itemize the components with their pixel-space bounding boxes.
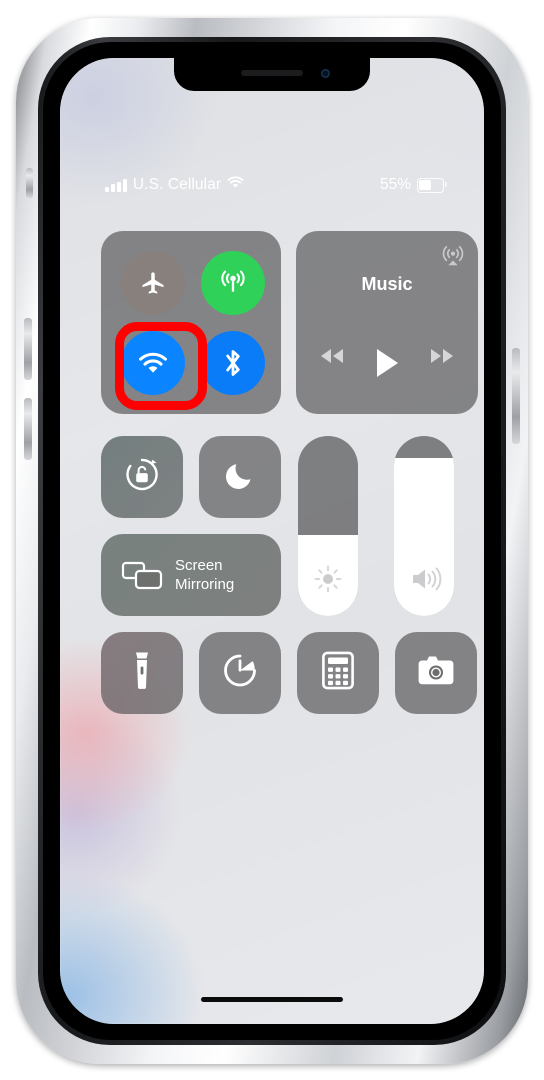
timer-button[interactable] <box>199 632 281 714</box>
silent-switch[interactable] <box>26 168 33 198</box>
airplane-icon <box>142 272 164 294</box>
screen-mirroring-button[interactable]: Screen Mirroring <box>101 534 281 616</box>
flashlight-button[interactable] <box>101 632 183 714</box>
brightness-icon <box>313 564 343 594</box>
front-camera-icon <box>321 69 330 78</box>
airplane-mode-button[interactable] <box>121 251 185 315</box>
volume-slider[interactable] <box>394 436 454 616</box>
calculator-icon <box>322 651 354 695</box>
earpiece-speaker-icon <box>241 70 303 76</box>
do-not-disturb-button[interactable] <box>199 436 281 518</box>
volume-up-button[interactable] <box>24 398 32 460</box>
timer-icon <box>221 652 259 695</box>
airplay-icon[interactable] <box>440 241 466 267</box>
bluetooth-icon <box>226 350 240 376</box>
play-button[interactable] <box>374 347 400 379</box>
music-title: Music <box>361 274 413 294</box>
status-bar-left: U.S. Cellular <box>105 176 244 194</box>
notch <box>174 58 370 91</box>
carrier-label: U.S. Cellular <box>132 176 222 193</box>
screen-mirroring-label-line1: Screen <box>175 557 223 574</box>
music-module[interactable]: Music <box>296 231 478 414</box>
cellular-data-button[interactable] <box>201 251 265 315</box>
moon-icon <box>223 458 257 497</box>
fast-forward-icon <box>431 349 453 363</box>
phone-screen: U.S. Cellular 55% Music Screen Mirroring <box>60 58 484 1024</box>
camera-icon <box>415 654 457 693</box>
wifi-highlight-annotation <box>115 322 207 410</box>
bluetooth-button[interactable] <box>201 331 265 395</box>
side-power-button[interactable] <box>512 348 520 444</box>
rotation-lock-icon <box>122 455 162 500</box>
fast-forward-button[interactable] <box>428 347 456 365</box>
play-icon <box>377 349 398 377</box>
device-frame: U.S. Cellular 55% Music Screen Mirroring <box>16 18 528 1064</box>
cellular-antenna-icon <box>221 270 245 292</box>
screen-mirroring-label-line2: Mirroring <box>175 576 235 593</box>
battery-icon <box>417 177 447 193</box>
rewind-icon <box>321 349 343 363</box>
wifi-icon <box>227 176 244 194</box>
brightness-slider[interactable] <box>298 436 358 616</box>
screen-mirroring-label: Screen Mirroring <box>175 556 234 594</box>
rewind-button[interactable] <box>318 347 346 365</box>
calculator-button[interactable] <box>297 632 379 714</box>
volume-icon <box>409 564 442 594</box>
screen-mirroring-icon <box>121 559 163 591</box>
flashlight-icon <box>132 651 152 696</box>
cellular-signal-icon <box>105 178 127 192</box>
battery-percent-label: 55% <box>379 176 411 193</box>
screenshot-stage: U.S. Cellular 55% Music Screen Mirroring <box>0 0 544 1080</box>
status-bar: U.S. Cellular 55% <box>60 176 484 204</box>
volume-down-button[interactable] <box>24 318 32 380</box>
home-indicator[interactable] <box>201 997 343 1002</box>
status-bar-right: 55% <box>379 176 447 194</box>
camera-button[interactable] <box>395 632 477 714</box>
rotation-lock-button[interactable] <box>101 436 183 518</box>
